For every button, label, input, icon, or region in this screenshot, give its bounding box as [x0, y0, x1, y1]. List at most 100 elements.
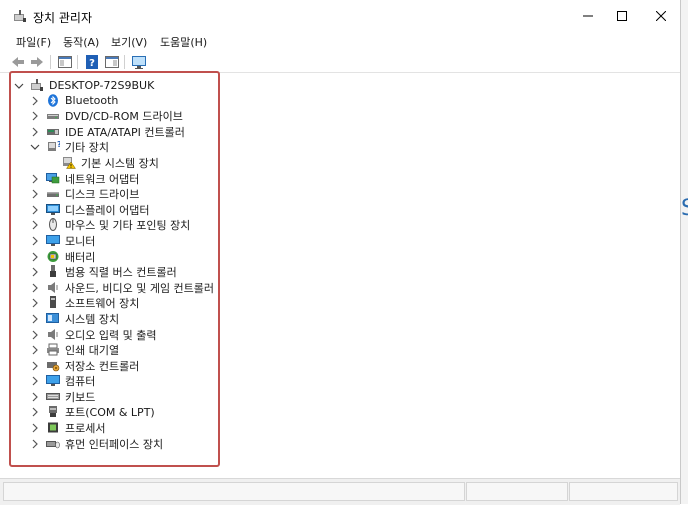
tree-item-monitor[interactable]: 모니터 [30, 233, 95, 248]
bluetooth-icon [46, 94, 60, 107]
tree-item-software-device[interactable]: 소프트웨어 장치 [30, 295, 139, 310]
warning-device-icon [62, 156, 76, 169]
processor-icon [46, 421, 60, 434]
tree-item-label: IDE ATA/ATAPI 컨트롤러 [65, 125, 185, 139]
chevron-right-icon[interactable] [30, 236, 40, 246]
chevron-right-icon[interactable] [30, 189, 40, 199]
tree-item-label: 디스크 드라이브 [65, 187, 140, 201]
tree-item-label: 소프트웨어 장치 [65, 296, 140, 310]
menu-view[interactable]: 보기(V) [109, 34, 149, 50]
tree-item-label: 오디오 입력 및 출력 [65, 328, 157, 342]
chevron-right-icon[interactable] [30, 407, 40, 417]
tree-item-mouse[interactable]: 마우스 및 기타 포인팅 장치 [30, 217, 190, 232]
chevron-right-icon[interactable] [30, 330, 40, 340]
toolbar-separator [124, 55, 125, 69]
chevron-right-icon[interactable] [30, 267, 40, 277]
tree-root-computer[interactable]: DESKTOP-72S9BUK [14, 78, 154, 93]
chevron-right-icon[interactable] [30, 345, 40, 355]
chevron-right-icon[interactable] [30, 376, 40, 386]
keyboard-icon [46, 390, 60, 403]
other-devices-icon: ? [46, 140, 60, 153]
audio-io-icon [46, 328, 60, 341]
tree-item-label: 모니터 [65, 234, 96, 248]
tree-item-keyboard[interactable]: 키보드 [30, 389, 95, 404]
toolbar: ? [0, 52, 680, 73]
tree-item-ide-controller[interactable]: IDE ATA/ATAPI 컨트롤러 [30, 124, 185, 139]
chevron-right-icon[interactable] [30, 361, 40, 371]
tree-item-label: 키보드 [65, 390, 96, 404]
tree-item-label: 프로세서 [65, 421, 106, 435]
tree-item-label: 포트(COM & LPT) [65, 405, 155, 419]
tree-item-label: 기본 시스템 장치 [81, 156, 159, 170]
display-adapter-icon [46, 203, 60, 216]
menu-file[interactable]: 파일(F) [14, 34, 53, 50]
tree-item-audio-io[interactable]: 오디오 입력 및 출력 [30, 327, 156, 342]
tree-item-battery[interactable]: 배터리 [30, 249, 95, 264]
tree-item-disk-drive[interactable]: 디스크 드라이브 [30, 186, 139, 201]
chevron-right-icon[interactable] [30, 205, 40, 215]
ide-controller-icon [46, 125, 60, 138]
menu-bar: 파일(F) 동작(A) 보기(V) 도움말(H) [0, 32, 680, 52]
tree-item-human-interface-device[interactable]: 휴먼 인터페이스 장치 [30, 436, 163, 451]
tree-item-ports[interactable]: 포트(COM & LPT) [30, 404, 155, 419]
hid-icon [46, 437, 60, 450]
tree-item-print-queue[interactable]: 인쇄 대기열 [30, 342, 119, 357]
tree-item-label: Bluetooth [65, 94, 119, 107]
properties-pane-icon[interactable] [57, 54, 73, 70]
tree-item-label: 컴퓨터 [65, 374, 96, 388]
menu-help[interactable]: 도움말(H) [158, 34, 209, 50]
status-cell [569, 482, 678, 501]
tree-item-network-adapter[interactable]: 네트워크 어댑터 [30, 171, 139, 186]
disk-drive-icon [46, 187, 60, 200]
tree-item-display-adapter[interactable]: 디스플레이 어댑터 [30, 202, 149, 217]
tree-item-label: 디스플레이 어댑터 [65, 203, 150, 217]
chevron-right-icon[interactable] [30, 392, 40, 402]
help-icon[interactable]: ? [84, 54, 100, 70]
menu-action[interactable]: 동작(A) [61, 34, 101, 50]
tree-item-label: 기타 장치 [65, 140, 109, 154]
chevron-right-icon[interactable] [30, 174, 40, 184]
tree-item-computer[interactable]: 컴퓨터 [30, 373, 95, 388]
tree-item-label: 배터리 [65, 250, 96, 264]
tree-item-usb-controller[interactable]: 범용 직렬 버스 컨트롤러 [30, 264, 177, 279]
tree-item-dvd-cd-rom[interactable]: DVD/CD-ROM 드라이브 [30, 108, 183, 123]
back-icon[interactable] [10, 54, 26, 70]
computer-icon [46, 374, 60, 387]
tree-item-processor[interactable]: 프로세서 [30, 420, 105, 435]
tree-item-other-devices[interactable]: ? 기타 장치 [30, 139, 109, 154]
usb-icon [46, 265, 60, 278]
network-adapter-icon [46, 172, 60, 185]
close-button[interactable] [638, 0, 684, 32]
chevron-right-icon[interactable] [30, 252, 40, 262]
tree-item-label: 시스템 장치 [65, 312, 120, 326]
tree-item-label: 네트워크 어댑터 [65, 172, 140, 186]
tree-item-label: 범용 직렬 버스 컨트롤러 [65, 265, 177, 279]
chevron-down-icon[interactable] [30, 142, 40, 152]
tree-item-system-device[interactable]: 시스템 장치 [30, 311, 119, 326]
tree-item-bluetooth[interactable]: Bluetooth [30, 93, 118, 108]
monitor-scan-icon[interactable] [131, 54, 147, 70]
toolbar-separator [77, 55, 78, 69]
device-manager-app-icon [13, 10, 27, 23]
chevron-right-icon[interactable] [30, 314, 40, 324]
chevron-right-icon[interactable] [30, 423, 40, 433]
background-window-edge: S [681, 0, 688, 504]
chevron-right-icon[interactable] [30, 220, 40, 230]
chevron-right-icon[interactable] [30, 111, 40, 121]
chevron-down-icon[interactable] [14, 81, 24, 91]
tree-item-storage-controller[interactable]: 저장소 컨트롤러 [30, 358, 139, 373]
printer-icon [46, 343, 60, 356]
chevron-right-icon[interactable] [30, 298, 40, 308]
view-icon[interactable] [104, 54, 120, 70]
chevron-right-icon[interactable] [30, 283, 40, 293]
tree-item-label: 마우스 및 기타 포인팅 장치 [65, 218, 191, 232]
chevron-right-icon[interactable] [30, 96, 40, 106]
forward-icon[interactable] [29, 54, 45, 70]
software-device-icon [46, 296, 60, 309]
tree-item-label: 인쇄 대기열 [65, 343, 120, 357]
chevron-right-icon[interactable] [30, 439, 40, 449]
tree-item-sound-video-game[interactable]: 사운드, 비디오 및 게임 컨트롤러 [30, 280, 214, 295]
monitor-icon [46, 234, 60, 247]
tree-item-basic-system-device[interactable]: 기본 시스템 장치 [62, 155, 159, 170]
chevron-right-icon[interactable] [30, 127, 40, 137]
